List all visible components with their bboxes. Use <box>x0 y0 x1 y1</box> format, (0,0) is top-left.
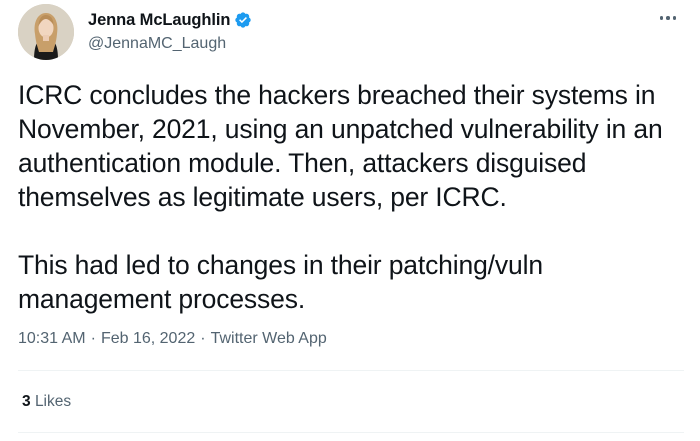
tweet-date[interactable]: Feb 16, 2022 <box>101 330 195 348</box>
likes-label: Likes <box>34 393 72 410</box>
tweet-source[interactable]: Twitter Web App <box>211 330 327 348</box>
avatar[interactable] <box>18 4 74 60</box>
name-row: Jenna McLaughlin <box>88 10 252 30</box>
meta-separator: · <box>90 330 96 347</box>
more-dot-icon <box>666 16 670 20</box>
more-horizontal-icon[interactable] <box>656 12 680 24</box>
user-info: Jenna McLaughlin @JennaMC_Laugh <box>88 10 252 53</box>
tweet-paragraph: This had led to changes in their patchin… <box>18 250 543 314</box>
divider <box>18 432 684 433</box>
more-dot-icon <box>672 16 677 20</box>
divider <box>18 370 684 371</box>
likes-count: 3 <box>22 393 31 410</box>
display-name[interactable]: Jenna McLaughlin <box>88 11 230 30</box>
tweet-header: Jenna McLaughlin @JennaMC_Laugh <box>18 4 684 64</box>
likes-stat[interactable]: 3 Likes <box>22 393 71 411</box>
handle[interactable]: @JennaMC_Laugh <box>88 35 252 53</box>
tweet-meta: 10:31 AM · Feb 16, 2022 · Twitter Web Ap… <box>18 330 327 348</box>
tweet-paragraph: ICRC concludes the hackers breached thei… <box>18 80 663 212</box>
avatar-image <box>18 4 74 60</box>
more-dot-icon <box>659 16 664 20</box>
meta-separator: · <box>200 330 206 347</box>
tweet-time[interactable]: 10:31 AM <box>18 330 86 348</box>
tweet-text: ICRC concludes the hackers breached thei… <box>18 78 686 316</box>
verified-badge-icon <box>234 11 252 29</box>
